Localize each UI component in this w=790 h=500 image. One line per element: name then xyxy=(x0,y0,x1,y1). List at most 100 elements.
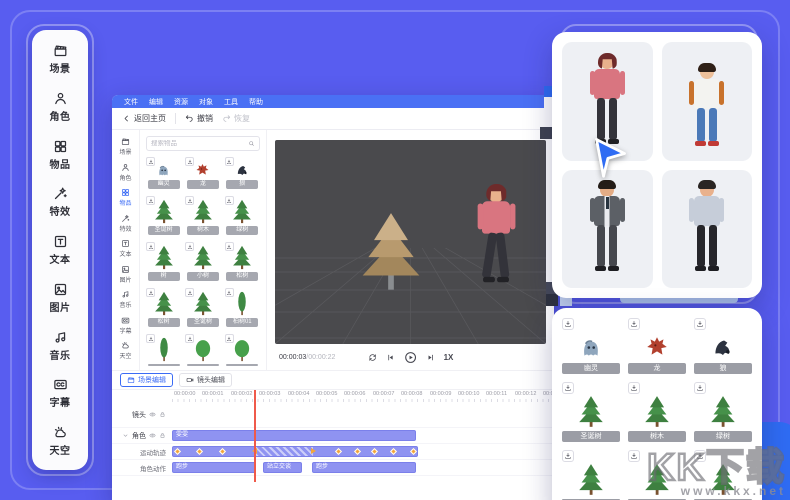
asset-card-tree[interactable]: 圣诞树 xyxy=(562,382,620,442)
inner-sidebar-text[interactable]: 文本 xyxy=(119,239,131,258)
character-card-suit-man[interactable] xyxy=(562,170,653,289)
sidebar-item-character[interactable]: 角色 xyxy=(32,91,88,123)
asset-card-ghost[interactable]: 幽灵 xyxy=(562,318,620,374)
speed-toggle[interactable]: 1X xyxy=(444,353,454,362)
inner-sidebar-scene[interactable]: 场景 xyxy=(119,137,131,156)
brown-tree-model[interactable] xyxy=(357,202,425,298)
inner-sidebar-image[interactable]: 图片 xyxy=(119,265,131,284)
download-icon[interactable] xyxy=(562,450,574,462)
sidebar-item-items[interactable]: 物品 xyxy=(32,139,88,171)
sidebar-item-subtitle[interactable]: 字幕 xyxy=(32,377,88,409)
lock-icon[interactable] xyxy=(159,411,166,418)
inner-sidebar-sky[interactable]: 天空 xyxy=(119,341,131,360)
sidebar-item-scene[interactable]: 场景 xyxy=(32,43,88,75)
motion-clip[interactable] xyxy=(172,446,418,457)
asset-card-tree[interactable]: 圣诞树 xyxy=(185,288,220,327)
action-clip-run[interactable]: 跑步 xyxy=(172,462,256,473)
sidebar-item-music[interactable]: 音乐 xyxy=(32,330,88,362)
download-icon[interactable] xyxy=(146,242,155,251)
download-icon[interactable] xyxy=(628,450,640,462)
asset-card-tree[interactable]: 树木 xyxy=(628,382,686,442)
inner-sidebar-subtitle[interactable]: 字幕 xyxy=(119,316,131,335)
sidebar-item-effects[interactable]: 特效 xyxy=(32,186,88,218)
lock-icon[interactable] xyxy=(159,432,166,439)
camera-track[interactable] xyxy=(172,402,554,427)
menu-edit[interactable]: 编辑 xyxy=(149,97,163,107)
eye-icon[interactable] xyxy=(149,432,156,439)
download-icon[interactable] xyxy=(225,288,234,297)
asset-card-tree[interactable]: 绿树 xyxy=(225,196,260,235)
menu-file[interactable]: 文件 xyxy=(124,97,138,107)
download-icon[interactable] xyxy=(694,382,706,394)
asset-card-tree[interactable]: 绿树 xyxy=(694,382,752,442)
asset-card-tree[interactable] xyxy=(562,450,620,500)
download-icon[interactable] xyxy=(185,157,194,166)
character-card-boy[interactable] xyxy=(662,42,753,161)
menu-object[interactable]: 对象 xyxy=(199,97,213,107)
download-icon[interactable] xyxy=(225,196,234,205)
download-icon[interactable] xyxy=(694,450,706,462)
character-track[interactable]: 雯雯 xyxy=(172,428,554,443)
download-icon[interactable] xyxy=(185,196,194,205)
inner-sidebar-effects[interactable]: 特效 xyxy=(119,214,131,233)
inner-sidebar-character[interactable]: 角色 xyxy=(119,163,131,182)
eye-icon[interactable] xyxy=(149,411,156,418)
download-icon[interactable] xyxy=(146,288,155,297)
playhead[interactable] xyxy=(254,390,256,482)
download-icon[interactable] xyxy=(146,157,155,166)
character-clip[interactable]: 雯雯 xyxy=(172,430,416,441)
asset-card-dragon[interactable]: 龙 xyxy=(628,318,686,374)
download-icon[interactable] xyxy=(185,288,194,297)
download-icon[interactable] xyxy=(225,242,234,251)
next-frame-icon[interactable] xyxy=(426,353,435,362)
asset-card-wolf[interactable]: 狼 xyxy=(225,157,260,189)
asset-card-bush[interactable] xyxy=(185,334,220,366)
3d-viewport[interactable] xyxy=(275,140,546,344)
asset-card-cypress[interactable]: 柏树01 xyxy=(225,288,260,327)
asset-card-ghost[interactable]: 幽灵 xyxy=(146,157,181,189)
download-icon[interactable] xyxy=(225,157,234,166)
asset-card-tree[interactable]: 小树 xyxy=(185,242,220,281)
redo-button[interactable]: 恢复 xyxy=(222,113,250,124)
tab-scene-edit[interactable]: 场景编辑 xyxy=(120,373,173,387)
asset-card-bush[interactable] xyxy=(225,334,260,366)
download-icon[interactable] xyxy=(146,196,155,205)
previous-frame-icon[interactable] xyxy=(386,353,395,362)
asset-card-tree[interactable]: 圣诞树 xyxy=(146,196,181,235)
download-icon[interactable] xyxy=(146,334,155,343)
asset-card-tree[interactable]: 松树 xyxy=(225,242,260,281)
motion-track[interactable] xyxy=(172,444,554,459)
character-model-woman[interactable] xyxy=(477,184,516,292)
download-icon[interactable] xyxy=(225,334,234,343)
download-icon[interactable] xyxy=(562,382,574,394)
inner-sidebar-items[interactable]: 物品 xyxy=(119,188,131,207)
undo-button[interactable]: 撤销 xyxy=(185,113,213,124)
sidebar-item-image[interactable]: 图片 xyxy=(32,282,88,314)
character-card-shirt-man[interactable] xyxy=(662,170,753,289)
menu-help[interactable]: 帮助 xyxy=(249,97,263,107)
action-clip-talk[interactable]: 站立交谈 xyxy=(263,462,302,473)
asset-card-tree[interactable]: 松树 xyxy=(146,288,181,327)
keyframe-arrow-right[interactable] xyxy=(311,448,316,454)
tab-camera-edit[interactable]: 镜头编辑 xyxy=(179,373,232,387)
download-icon[interactable] xyxy=(185,334,194,343)
timeline-ruler[interactable]: 00:00:00 00:00:01 00:00:02 00:00:03 00:0… xyxy=(172,390,554,402)
sidebar-item-sky[interactable]: 天空 xyxy=(32,425,88,457)
menu-resources[interactable]: 资源 xyxy=(174,97,188,107)
download-icon[interactable] xyxy=(628,318,640,330)
asset-card-dragon[interactable]: 龙 xyxy=(185,157,220,189)
action-track[interactable]: 跑步 站立交谈 跑步 xyxy=(172,460,554,475)
asset-card-tree[interactable]: 树木 xyxy=(185,196,220,235)
back-home-button[interactable]: 返回主页 xyxy=(122,113,166,124)
download-icon[interactable] xyxy=(694,318,706,330)
menu-tools[interactable]: 工具 xyxy=(224,97,238,107)
asset-card-wolf[interactable]: 狼 xyxy=(694,318,752,374)
download-icon[interactable] xyxy=(628,382,640,394)
download-icon[interactable] xyxy=(185,242,194,251)
loop-icon[interactable] xyxy=(368,353,377,362)
download-icon[interactable] xyxy=(562,318,574,330)
search-input[interactable] xyxy=(151,140,245,147)
play-button[interactable] xyxy=(404,351,417,364)
asset-card-tree[interactable] xyxy=(694,450,752,500)
sidebar-item-text[interactable]: 文本 xyxy=(32,234,88,266)
